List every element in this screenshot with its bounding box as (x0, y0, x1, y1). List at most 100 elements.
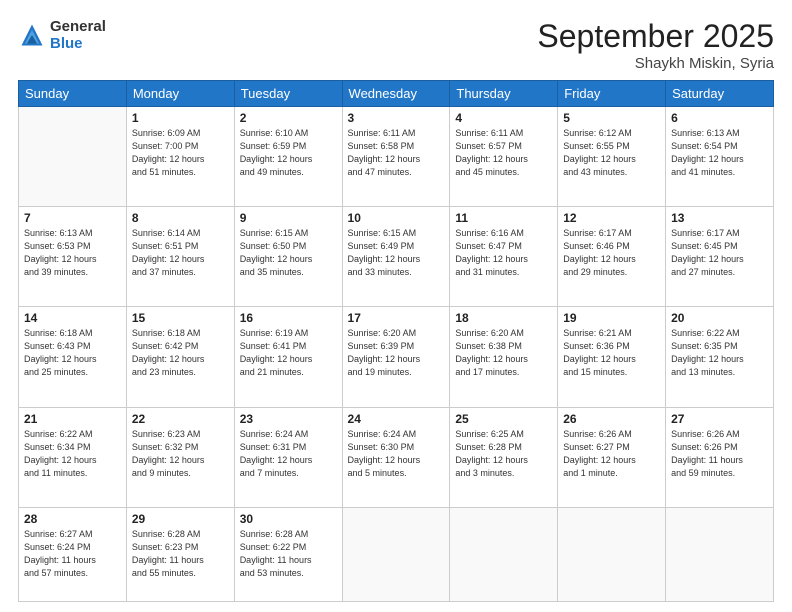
day-number: 25 (455, 412, 552, 426)
table-row: 7 Sunrise: 6:13 AM Sunset: 6:53 PM Daylig… (19, 207, 127, 307)
day-number: 14 (24, 311, 121, 325)
day-number: 30 (240, 512, 337, 526)
col-tuesday: Tuesday (234, 81, 342, 107)
table-row: 23 Sunrise: 6:24 AM Sunset: 6:31 PM Dayli… (234, 407, 342, 507)
day-number: 15 (132, 311, 229, 325)
table-row: 30 Sunrise: 6:28 AM Sunset: 6:22 PM Dayli… (234, 507, 342, 601)
table-row: 1 Sunrise: 6:09 AM Sunset: 7:00 PM Daylig… (126, 107, 234, 207)
day-info: Sunrise: 6:15 AM Sunset: 6:49 PM Dayligh… (348, 227, 445, 279)
location-title: Shaykh Miskin, Syria (537, 55, 774, 72)
table-row: 9 Sunrise: 6:15 AM Sunset: 6:50 PM Daylig… (234, 207, 342, 307)
page: General Blue September 2025 Shaykh Miski… (0, 0, 792, 612)
day-info: Sunrise: 6:15 AM Sunset: 6:50 PM Dayligh… (240, 227, 337, 279)
title-block: September 2025 Shaykh Miskin, Syria (537, 18, 774, 72)
header: General Blue September 2025 Shaykh Miski… (18, 18, 774, 72)
table-row (19, 107, 127, 207)
day-number: 26 (563, 412, 660, 426)
day-info: Sunrise: 6:19 AM Sunset: 6:41 PM Dayligh… (240, 327, 337, 379)
table-row: 19Sunrise: 6:21 AM Sunset: 6:36 PM Dayli… (558, 307, 666, 407)
day-info: Sunrise: 6:09 AM Sunset: 7:00 PM Dayligh… (132, 127, 229, 179)
day-info: Sunrise: 6:28 AM Sunset: 6:22 PM Dayligh… (240, 528, 337, 580)
table-row: 6 Sunrise: 6:13 AM Sunset: 6:54 PM Daylig… (666, 107, 774, 207)
day-number: 3 (348, 111, 445, 125)
day-info: Sunrise: 6:17 AM Sunset: 6:45 PM Dayligh… (671, 227, 768, 279)
table-row (450, 507, 558, 601)
table-row: 14 Sunrise: 6:18 AM Sunset: 6:43 PM Dayli… (19, 307, 127, 407)
day-info: Sunrise: 6:11 AM Sunset: 6:57 PM Dayligh… (455, 127, 552, 179)
day-info: Sunrise: 6:20 AM Sunset: 6:38 PM Dayligh… (455, 327, 552, 379)
col-friday: Friday (558, 81, 666, 107)
day-number: 29 (132, 512, 229, 526)
table-row: 24 Sunrise: 6:24 AM Sunset: 6:30 PM Dayli… (342, 407, 450, 507)
table-row (342, 507, 450, 601)
day-number: 11 (455, 211, 552, 225)
day-info: Sunrise: 6:11 AM Sunset: 6:58 PM Dayligh… (348, 127, 445, 179)
table-row (666, 507, 774, 601)
day-info: Sunrise: 6:21 AM Sunset: 6:36 PM Dayligh… (563, 327, 660, 379)
col-wednesday: Wednesday (342, 81, 450, 107)
day-number: 28 (24, 512, 121, 526)
day-info: Sunrise: 6:23 AM Sunset: 6:32 PM Dayligh… (132, 428, 229, 480)
day-number: 8 (132, 211, 229, 225)
table-row: 29 Sunrise: 6:28 AM Sunset: 6:23 PM Dayli… (126, 507, 234, 601)
day-number: 22 (132, 412, 229, 426)
logo-icon (18, 21, 46, 49)
day-info: Sunrise: 6:28 AM Sunset: 6:23 PM Dayligh… (132, 528, 229, 580)
day-number: 7 (24, 211, 121, 225)
col-saturday: Saturday (666, 81, 774, 107)
day-info: Sunrise: 6:10 AM Sunset: 6:59 PM Dayligh… (240, 127, 337, 179)
day-info: Sunrise: 6:22 AM Sunset: 6:34 PM Dayligh… (24, 428, 121, 480)
day-number: 12 (563, 211, 660, 225)
day-number: 18 (455, 311, 552, 325)
day-number: 2 (240, 111, 337, 125)
table-row: 15Sunrise: 6:18 AM Sunset: 6:42 PM Dayli… (126, 307, 234, 407)
table-row: 27 Sunrise: 6:26 AM Sunset: 6:26 PM Dayli… (666, 407, 774, 507)
day-number: 21 (24, 412, 121, 426)
table-row: 28 Sunrise: 6:27 AM Sunset: 6:24 PM Dayli… (19, 507, 127, 601)
month-title: September 2025 (537, 18, 774, 55)
day-number: 20 (671, 311, 768, 325)
col-thursday: Thursday (450, 81, 558, 107)
day-number: 16 (240, 311, 337, 325)
table-row: 20 Sunrise: 6:22 AM Sunset: 6:35 PM Dayli… (666, 307, 774, 407)
day-info: Sunrise: 6:13 AM Sunset: 6:54 PM Dayligh… (671, 127, 768, 179)
day-info: Sunrise: 6:26 AM Sunset: 6:27 PM Dayligh… (563, 428, 660, 480)
day-info: Sunrise: 6:27 AM Sunset: 6:24 PM Dayligh… (24, 528, 121, 580)
day-info: Sunrise: 6:12 AM Sunset: 6:55 PM Dayligh… (563, 127, 660, 179)
table-row: 18 Sunrise: 6:20 AM Sunset: 6:38 PM Dayli… (450, 307, 558, 407)
table-row: 25 Sunrise: 6:25 AM Sunset: 6:28 PM Dayli… (450, 407, 558, 507)
day-info: Sunrise: 6:24 AM Sunset: 6:30 PM Dayligh… (348, 428, 445, 480)
day-number: 5 (563, 111, 660, 125)
calendar-header-row: Sunday Monday Tuesday Wednesday Thursday… (19, 81, 774, 107)
day-number: 9 (240, 211, 337, 225)
day-number: 27 (671, 412, 768, 426)
table-row: 11 Sunrise: 6:16 AM Sunset: 6:47 PM Dayli… (450, 207, 558, 307)
logo: General Blue (18, 18, 106, 52)
day-info: Sunrise: 6:22 AM Sunset: 6:35 PM Dayligh… (671, 327, 768, 379)
col-monday: Monday (126, 81, 234, 107)
table-row: 13 Sunrise: 6:17 AM Sunset: 6:45 PM Dayli… (666, 207, 774, 307)
day-number: 6 (671, 111, 768, 125)
table-row: 21 Sunrise: 6:22 AM Sunset: 6:34 PM Dayli… (19, 407, 127, 507)
day-number: 23 (240, 412, 337, 426)
table-row: 8Sunrise: 6:14 AM Sunset: 6:51 PM Daylig… (126, 207, 234, 307)
day-number: 24 (348, 412, 445, 426)
calendar: Sunday Monday Tuesday Wednesday Thursday… (18, 80, 774, 602)
day-number: 10 (348, 211, 445, 225)
day-info: Sunrise: 6:24 AM Sunset: 6:31 PM Dayligh… (240, 428, 337, 480)
day-info: Sunrise: 6:13 AM Sunset: 6:53 PM Dayligh… (24, 227, 121, 279)
table-row: 16 Sunrise: 6:19 AM Sunset: 6:41 PM Dayli… (234, 307, 342, 407)
day-info: Sunrise: 6:17 AM Sunset: 6:46 PM Dayligh… (563, 227, 660, 279)
table-row: 5 Sunrise: 6:12 AM Sunset: 6:55 PM Daylig… (558, 107, 666, 207)
day-number: 1 (132, 111, 229, 125)
table-row: 17Sunrise: 6:20 AM Sunset: 6:39 PM Dayli… (342, 307, 450, 407)
day-info: Sunrise: 6:26 AM Sunset: 6:26 PM Dayligh… (671, 428, 768, 480)
day-number: 4 (455, 111, 552, 125)
table-row: 2 Sunrise: 6:10 AM Sunset: 6:59 PM Daylig… (234, 107, 342, 207)
day-number: 13 (671, 211, 768, 225)
day-info: Sunrise: 6:18 AM Sunset: 6:43 PM Dayligh… (24, 327, 121, 379)
day-info: Sunrise: 6:16 AM Sunset: 6:47 PM Dayligh… (455, 227, 552, 279)
col-sunday: Sunday (19, 81, 127, 107)
day-info: Sunrise: 6:25 AM Sunset: 6:28 PM Dayligh… (455, 428, 552, 480)
table-row: 22 Sunrise: 6:23 AM Sunset: 6:32 PM Dayli… (126, 407, 234, 507)
